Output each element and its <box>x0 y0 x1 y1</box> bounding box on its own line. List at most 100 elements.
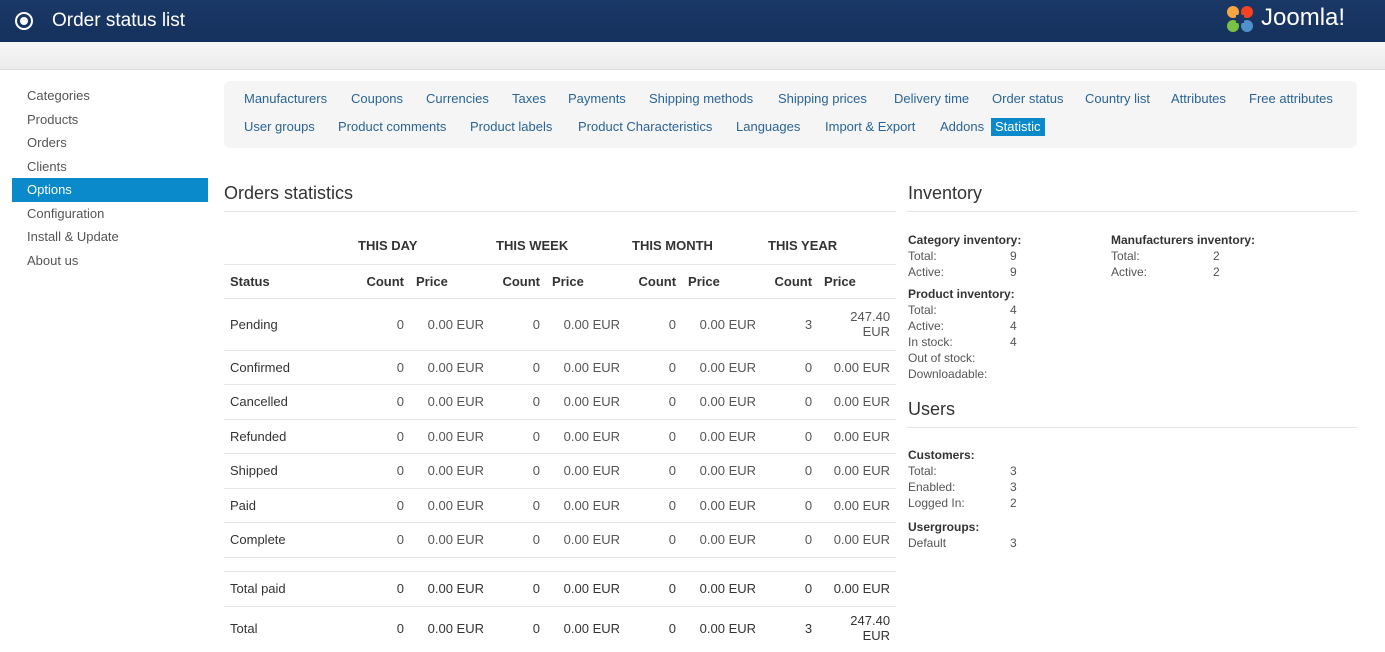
submenu-link-shipping-prices[interactable]: Shipping prices <box>774 90 871 108</box>
stat-line: Total: 4 <box>908 302 1098 318</box>
count-column-header: Count <box>626 263 683 298</box>
price-cell: 0.00 EUR <box>818 453 897 488</box>
count-cell: 0 <box>490 453 547 488</box>
stat-label: Active: <box>908 265 945 279</box>
submenu-link-product-characteristics[interactable]: Product Characteristics <box>574 118 716 136</box>
price-cell: 0.00 EUR <box>682 522 763 557</box>
stat-value: 4 <box>1010 319 1017 333</box>
sidebar-item-install-update[interactable]: Install & Update <box>12 225 208 249</box>
target-icon <box>15 12 33 30</box>
price-cell: 0.00 EUR <box>682 570 763 606</box>
count-cell: 0 <box>762 487 819 523</box>
joomla-logo[interactable]: Joomla! <box>1225 2 1375 36</box>
product-inventory: Product inventory: Total: 4 Active: 4 In stoc… <box>908 286 1098 382</box>
count-cell: 3 <box>762 297 819 350</box>
sidebar-item-products[interactable]: Products <box>12 108 208 132</box>
stat-label: Out of stock: <box>908 351 976 365</box>
stat-line: Default 3 <box>908 535 1098 551</box>
submenu-link-addons[interactable]: Addons <box>936 118 988 136</box>
count-cell: 0 <box>490 522 547 557</box>
price-column-header: Price <box>546 263 627 298</box>
sidebar-item-orders[interactable]: Orders <box>12 131 208 155</box>
submenu-link-statistic[interactable]: Statistic <box>991 118 1045 136</box>
submenu-link-shipping-methods[interactable]: Shipping methods <box>645 90 757 108</box>
submenu-link-import-export[interactable]: Import & Export <box>821 118 919 136</box>
price-cell: 0.00 EUR <box>410 453 491 488</box>
stat-label: Total: <box>908 249 937 263</box>
submenu-link-coupons[interactable]: Coupons <box>347 90 407 108</box>
count-cell: 0 <box>626 384 683 419</box>
count-cell: 0 <box>626 349 683 385</box>
submenu-link-currencies[interactable]: Currencies <box>422 90 493 108</box>
table-row: Cancelled 0 0.00 EUR 0 0.00 EUR 0 0.00 EUR 0 0.0… <box>224 384 897 419</box>
count-cell: 0 <box>762 349 819 385</box>
page-title: Order status list <box>52 10 186 31</box>
submenu-link-delivery-time[interactable]: Delivery time <box>890 90 973 108</box>
price-cell: 0.00 EUR <box>682 453 763 488</box>
sidebar-item-categories[interactable]: Categories <box>12 84 208 108</box>
count-cell: 0 <box>490 570 547 606</box>
submenu-link-languages[interactable]: Languages <box>732 118 804 136</box>
submenu-link-payments[interactable]: Payments <box>564 90 630 108</box>
orders-statistics-title: Orders statistics <box>224 183 354 203</box>
submenu-link-product-labels[interactable]: Product labels <box>466 118 556 136</box>
submenu-link-attributes[interactable]: Attributes <box>1167 90 1230 108</box>
price-cell: 0.00 EUR <box>546 453 627 488</box>
price-cell: 0.00 EUR <box>546 605 627 650</box>
price-cell: 247.40 EUR <box>818 297 897 350</box>
price-cell: 0.00 EUR <box>818 349 897 385</box>
price-cell: 0.00 EUR <box>410 384 491 419</box>
stat-label: Downloadable: <box>908 367 988 381</box>
stat-line: Active: 2 <box>1111 264 1301 280</box>
submenu-link-free-attributes[interactable]: Free attributes <box>1245 90 1337 108</box>
count-cell: 0 <box>626 297 683 350</box>
stat-heading: Usergroups: <box>908 520 980 534</box>
sidebar-item-configuration[interactable]: Configuration <box>12 202 208 226</box>
manufacturers-inventory: Manufacturers inventory: Total: 2 Active: 2 <box>1111 232 1301 280</box>
table-row: Paid 0 0.00 EUR 0 0.00 EUR 0 0.00 EUR 0 0.00 EUR <box>224 487 897 523</box>
price-cell: 247.40 EUR <box>818 605 897 650</box>
price-cell: 0.00 EUR <box>682 487 763 523</box>
count-column-header: Count <box>762 263 819 298</box>
stat-value: 2 <box>1213 265 1220 279</box>
stat-value: 3 <box>1010 536 1017 550</box>
stat-line: Total: 3 <box>908 463 1098 479</box>
price-cell: 0.00 EUR <box>818 487 897 523</box>
stat-label: Total: <box>908 303 937 317</box>
count-cell: 0 <box>626 487 683 523</box>
count-cell: 0 <box>762 570 819 606</box>
table-row: Complete 0 0.00 EUR 0 0.00 EUR 0 0.00 EUR 0 0.00… <box>224 522 897 557</box>
sidebar-item-options[interactable]: Options <box>12 178 208 202</box>
submenu-link-country-list[interactable]: Country list <box>1081 90 1154 108</box>
subheader-bar <box>0 42 1385 70</box>
price-cell: 0.00 EUR <box>410 418 491 454</box>
sidebar: Categories Products Orders Clients Options Co… <box>12 84 208 272</box>
sidebar-item-about-us[interactable]: About us <box>12 249 208 273</box>
submenu-link-product-comments[interactable]: Product comments <box>334 118 450 136</box>
count-cell: 0 <box>352 605 410 650</box>
price-cell: 0.00 EUR <box>546 384 627 419</box>
stat-line: Downloadable: <box>908 366 1098 382</box>
sidebar-item-clients[interactable]: Clients <box>12 155 208 179</box>
price-cell: 0.00 EUR <box>818 418 897 454</box>
divider <box>224 211 896 212</box>
price-cell: 0.00 EUR <box>682 349 763 385</box>
submenu-link-user-groups[interactable]: User groups <box>240 118 319 136</box>
status-cell: Confirmed <box>224 349 352 385</box>
totals-row: Total 0 0.00 EUR 0 0.00 EUR 0 0.00 EUR 3 247.40 … <box>224 605 897 650</box>
submenu-link-order-status[interactable]: Order status <box>988 90 1068 108</box>
price-cell: 0.00 EUR <box>546 522 627 557</box>
stat-line: Logged In: 2 <box>908 495 1098 511</box>
submenu-link-manufacturers[interactable]: Manufacturers <box>240 90 331 108</box>
submenu-link-taxes[interactable]: Taxes <box>508 90 550 108</box>
stat-label: In stock: <box>908 335 953 349</box>
count-cell: 0 <box>626 522 683 557</box>
price-cell: 0.00 EUR <box>818 384 897 419</box>
app-header: Order status list Joomla! <box>0 0 1385 42</box>
count-cell: 0 <box>352 349 410 385</box>
price-column-header: Price <box>682 263 763 298</box>
count-cell: 0 <box>352 453 410 488</box>
count-cell: 0 <box>490 418 547 454</box>
status-cell: Total paid <box>224 570 352 606</box>
stat-value: 2 <box>1213 249 1220 263</box>
